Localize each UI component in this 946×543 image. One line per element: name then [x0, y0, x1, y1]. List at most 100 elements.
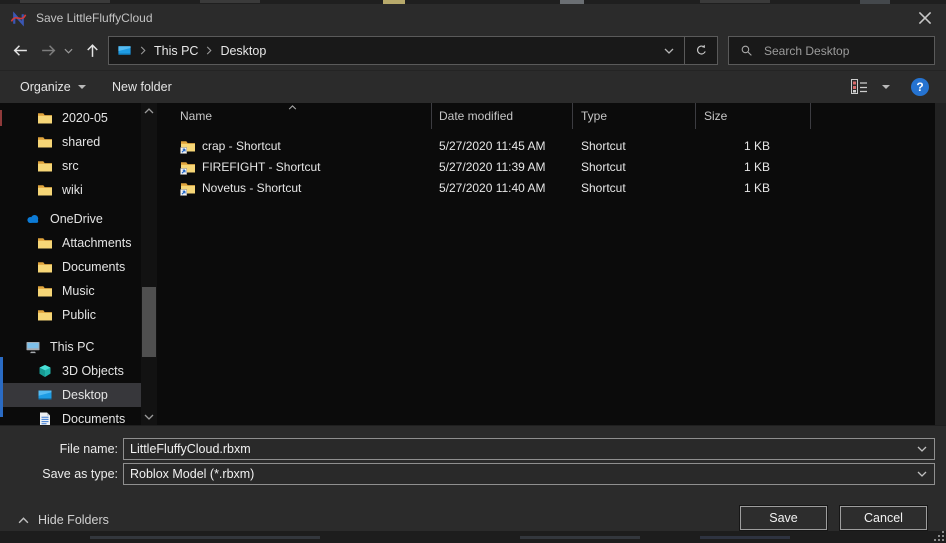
view-dropdown-icon[interactable]: [882, 85, 890, 89]
scroll-down-icon[interactable]: [144, 414, 154, 420]
sort-ascending-icon: [288, 105, 297, 110]
sidebar-item-onedrive[interactable]: OneDrive: [0, 207, 160, 231]
background-window-sliver: [0, 357, 3, 417]
shortcut-folder-icon: [180, 180, 196, 196]
organize-dropdown-icon: [78, 85, 86, 89]
sidebar-item-attachments[interactable]: Attachments: [0, 231, 160, 255]
file-row-firefight-shortcut[interactable]: FIREFIGHT - Shortcut 5/27/2020 11:39 AM …: [160, 156, 935, 177]
help-icon[interactable]: ?: [911, 78, 929, 96]
breadcrumb-chevron-icon: [206, 46, 212, 55]
address-bar[interactable]: This PC Desktop: [108, 36, 718, 65]
column-label: Name: [180, 109, 212, 123]
resize-grip[interactable]: [942, 539, 944, 541]
save-as-type-row: Save as type: Roblox Model (*.rbxm): [0, 463, 946, 485]
background-window-fragment: [20, 0, 110, 3]
breadcrumb-desktop[interactable]: Desktop: [220, 44, 266, 58]
file-name-input[interactable]: [124, 441, 910, 457]
file-name: FIREFIGHT - Shortcut: [202, 160, 320, 174]
sidebar-item-shared[interactable]: shared: [0, 130, 160, 154]
sidebar-item-desktop[interactable]: Desktop: [0, 383, 141, 407]
file-type-cell: Shortcut: [573, 139, 696, 153]
address-dropdown-icon[interactable]: [654, 48, 684, 54]
onedrive-cloud-icon: [25, 211, 41, 227]
sidebar-item-label: This PC: [50, 340, 94, 354]
folder-icon: [37, 182, 53, 198]
up-icon[interactable]: [84, 42, 101, 59]
sidebar-item-public[interactable]: Public: [0, 303, 160, 327]
sidebar-item-label: wiki: [62, 183, 83, 197]
organize-label: Organize: [20, 80, 71, 94]
file-type-cell: Shortcut: [573, 160, 696, 174]
close-icon[interactable]: [918, 11, 932, 25]
sidebar-item-wiki[interactable]: wiki: [0, 178, 160, 202]
background-window-sliver: [0, 110, 2, 126]
sidebar-item-label: Desktop: [62, 388, 108, 402]
folder-icon: [37, 134, 53, 150]
sidebar-item-label: shared: [62, 135, 100, 149]
save-dialog-window: Save LittleFluffyCloud This PC Desktop O…: [0, 0, 946, 543]
forward-icon[interactable]: [40, 42, 57, 59]
file-row-novetus-shortcut[interactable]: Novetus - Shortcut 5/27/2020 11:40 AM Sh…: [160, 177, 935, 198]
file-name-dropdown-icon[interactable]: [910, 446, 934, 452]
refresh-icon[interactable]: [685, 44, 717, 57]
novetus-app-icon: [10, 10, 27, 27]
breadcrumb-this-pc[interactable]: This PC: [154, 44, 198, 58]
background-window-fragment: [90, 536, 320, 539]
sidebar-item-label: 2020-05: [62, 111, 108, 125]
file-name-field[interactable]: [123, 438, 935, 460]
search-input[interactable]: [762, 43, 934, 59]
sidebar-item-music[interactable]: Music: [0, 279, 160, 303]
file-rows: crap - Shortcut 5/27/2020 11:45 AM Short…: [160, 129, 935, 198]
sidebar-item-label: src: [62, 159, 79, 173]
recent-locations-chevron-icon[interactable]: [64, 48, 73, 54]
scroll-up-icon[interactable]: [144, 108, 154, 114]
background-window-fragment: [700, 0, 770, 3]
save-button[interactable]: Save: [740, 506, 827, 530]
column-header-name[interactable]: Name: [160, 103, 432, 129]
file-name-label: File name:: [0, 442, 118, 456]
window-title: Save LittleFluffyCloud: [36, 11, 153, 25]
sidebar-item-2020-05[interactable]: 2020-05: [0, 106, 160, 130]
file-name-cell: Novetus - Shortcut: [160, 180, 432, 196]
file-type-cell: Shortcut: [573, 181, 696, 195]
column-label: Size: [704, 109, 727, 123]
file-row-crap-shortcut[interactable]: crap - Shortcut 5/27/2020 11:45 AM Short…: [160, 135, 935, 156]
this-pc-icon: [25, 339, 41, 355]
organize-button[interactable]: Organize: [20, 71, 86, 103]
hide-folders-label: Hide Folders: [38, 513, 109, 527]
file-list: Name Date modified Type Size crap - Shor…: [160, 103, 935, 425]
save-as-type-label: Save as type:: [0, 467, 118, 481]
sidebar-item-documents-onedrive[interactable]: Documents: [0, 255, 160, 279]
cancel-button[interactable]: Cancel: [840, 506, 927, 530]
shortcut-folder-icon: [180, 138, 196, 154]
sidebar-item-documents[interactable]: Documents: [0, 407, 160, 425]
3d-objects-cube-icon: [37, 363, 53, 379]
scrollbar-thumb[interactable]: [142, 287, 156, 357]
sidebar-item-label: Public: [62, 308, 96, 322]
search-box[interactable]: [728, 36, 935, 65]
sidebar-item-label: Music: [62, 284, 95, 298]
new-folder-label: New folder: [112, 80, 172, 94]
file-date-cell: 5/27/2020 11:39 AM: [432, 160, 573, 174]
file-date-cell: 5/27/2020 11:40 AM: [432, 181, 573, 195]
column-header-size[interactable]: Size: [696, 103, 811, 129]
sidebar-item-3d-objects[interactable]: 3D Objects: [0, 359, 160, 383]
back-icon[interactable]: [12, 42, 29, 59]
sidebar-item-this-pc[interactable]: This PC: [0, 335, 160, 359]
sidebar-scrollbar[interactable]: [141, 103, 157, 425]
column-header-date-modified[interactable]: Date modified: [432, 103, 573, 129]
change-view-icon[interactable]: [851, 79, 868, 94]
sidebar-item-src[interactable]: src: [0, 154, 160, 178]
sidebar-item-label: 3D Objects: [62, 364, 124, 378]
save-as-type-value: Roblox Model (*.rbxm): [124, 467, 910, 481]
new-folder-button[interactable]: New folder: [112, 71, 172, 103]
file-size-cell: 1 KB: [696, 139, 811, 153]
save-as-type-dropdown-icon[interactable]: [910, 471, 934, 477]
save-as-type-select[interactable]: Roblox Model (*.rbxm): [123, 463, 935, 485]
file-name: Novetus - Shortcut: [202, 181, 301, 195]
window-right-edge: [935, 103, 946, 425]
column-header-type[interactable]: Type: [573, 103, 696, 129]
file-name: crap - Shortcut: [202, 139, 281, 153]
search-icon: [740, 44, 753, 57]
hide-folders-button[interactable]: Hide Folders: [18, 513, 109, 527]
